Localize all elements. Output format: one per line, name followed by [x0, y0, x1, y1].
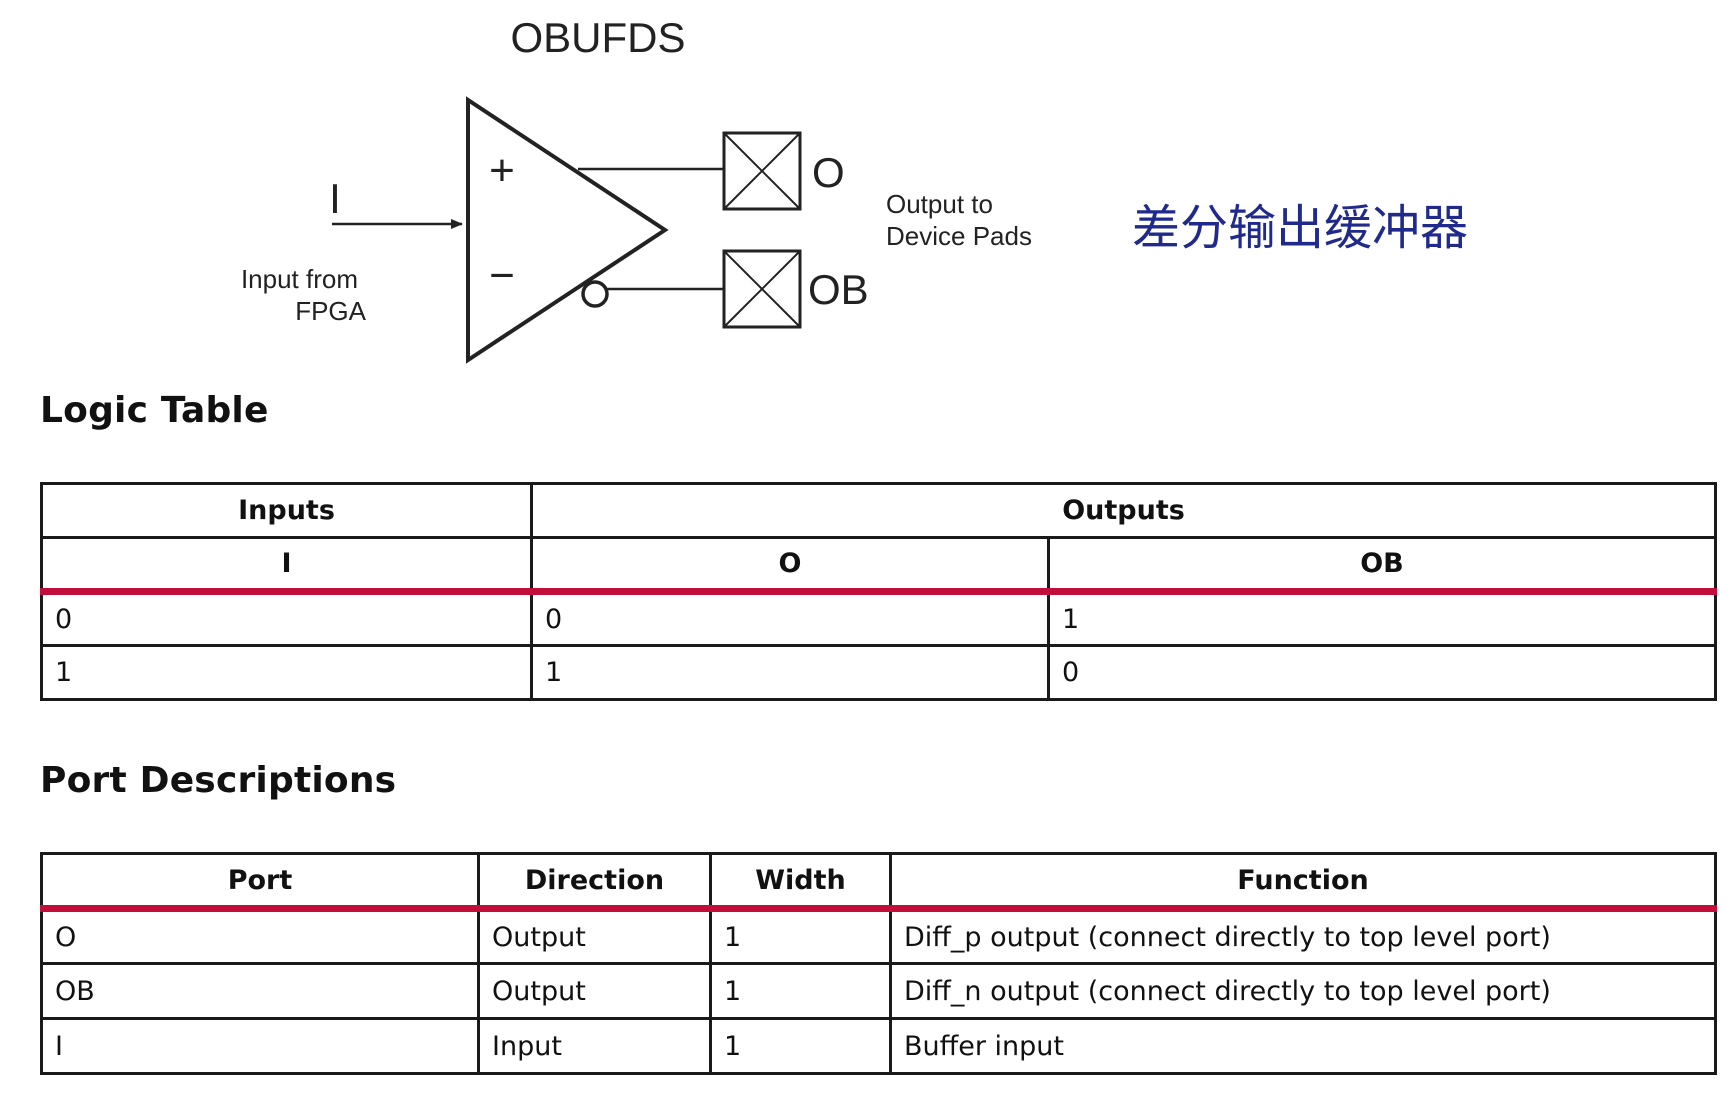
differential-buffer-annotation: 差分输出缓冲器	[1132, 200, 1468, 256]
table-row: OB Output 1 Diff_n output (connect direc…	[40, 962, 1717, 1020]
diagram-title: OBUFDS	[510, 14, 685, 61]
buffer-triangle	[466, 96, 669, 364]
column-header-direction: Direction	[477, 852, 712, 912]
o-pad-icon	[722, 131, 802, 211]
column-header-o: O	[530, 536, 1050, 595]
table-cell: 0	[40, 590, 533, 647]
table-cell: O	[40, 907, 480, 965]
inputs-group-header: Inputs	[40, 482, 533, 539]
obufds-diagram: OBUFDS I Input from FPGA + − O OB Output…	[241, 14, 1468, 364]
table-cell: I	[40, 1017, 480, 1075]
table-cell: 1	[530, 644, 1050, 701]
table-cell: 1	[1046, 590, 1718, 647]
logic-table: Inputs Outputs I O OB 0 0 1 1 1 0	[40, 482, 1718, 701]
column-header-ob: OB	[1046, 536, 1718, 595]
table-cell: Diff_n output (connect directly to top l…	[889, 962, 1717, 1020]
table-cell: Diff_p output (connect directly to top l…	[889, 907, 1717, 965]
table-cell: OB	[40, 962, 480, 1020]
column-header-port: Port	[40, 852, 480, 912]
table-cell: 1	[709, 1017, 892, 1075]
logic-column-header-row: I O OB	[40, 536, 1718, 595]
column-header-i: I	[40, 536, 533, 595]
table-cell: 1	[709, 962, 892, 1020]
table-cell: Buffer input	[889, 1017, 1717, 1075]
logic-group-header-row: Inputs Outputs	[40, 482, 1718, 539]
input-source-label-line2: FPGA	[295, 296, 366, 326]
table-cell: Output	[477, 962, 712, 1020]
o-output-label: O	[812, 149, 845, 196]
input-source-label-line1: Input from	[241, 264, 358, 294]
table-row: 1 1 0	[40, 644, 1718, 701]
logic-table-heading: Logic Table	[40, 390, 269, 431]
port-descriptions-table: Port Direction Width Function O Output 1…	[40, 852, 1717, 1075]
output-destination-label-line1: Output to	[886, 189, 993, 219]
port-descriptions-heading: Port Descriptions	[40, 760, 397, 801]
ob-pad-icon	[722, 249, 802, 329]
table-cell: Output	[477, 907, 712, 965]
port-header-row: Port Direction Width Function	[40, 852, 1717, 912]
table-cell: 1	[40, 644, 533, 701]
input-port-label: I	[329, 175, 341, 222]
table-row: 0 0 1	[40, 590, 1718, 647]
minus-sign: −	[489, 251, 515, 300]
table-cell: Input	[477, 1017, 712, 1075]
plus-sign: +	[489, 146, 515, 195]
outputs-group-header: Outputs	[529, 482, 1718, 539]
table-row: I Input 1 Buffer input	[40, 1017, 1717, 1075]
output-destination-label-line2: Device Pads	[886, 221, 1032, 251]
column-header-width: Width	[709, 852, 892, 912]
table-row: O Output 1 Diff_p output (connect direct…	[40, 907, 1717, 965]
table-cell: 0	[530, 590, 1050, 647]
inversion-bubble	[581, 280, 609, 308]
table-cell: 0	[1046, 644, 1718, 701]
ob-output-label: OB	[808, 266, 869, 313]
column-header-function: Function	[889, 852, 1717, 912]
table-cell: 1	[709, 907, 892, 965]
